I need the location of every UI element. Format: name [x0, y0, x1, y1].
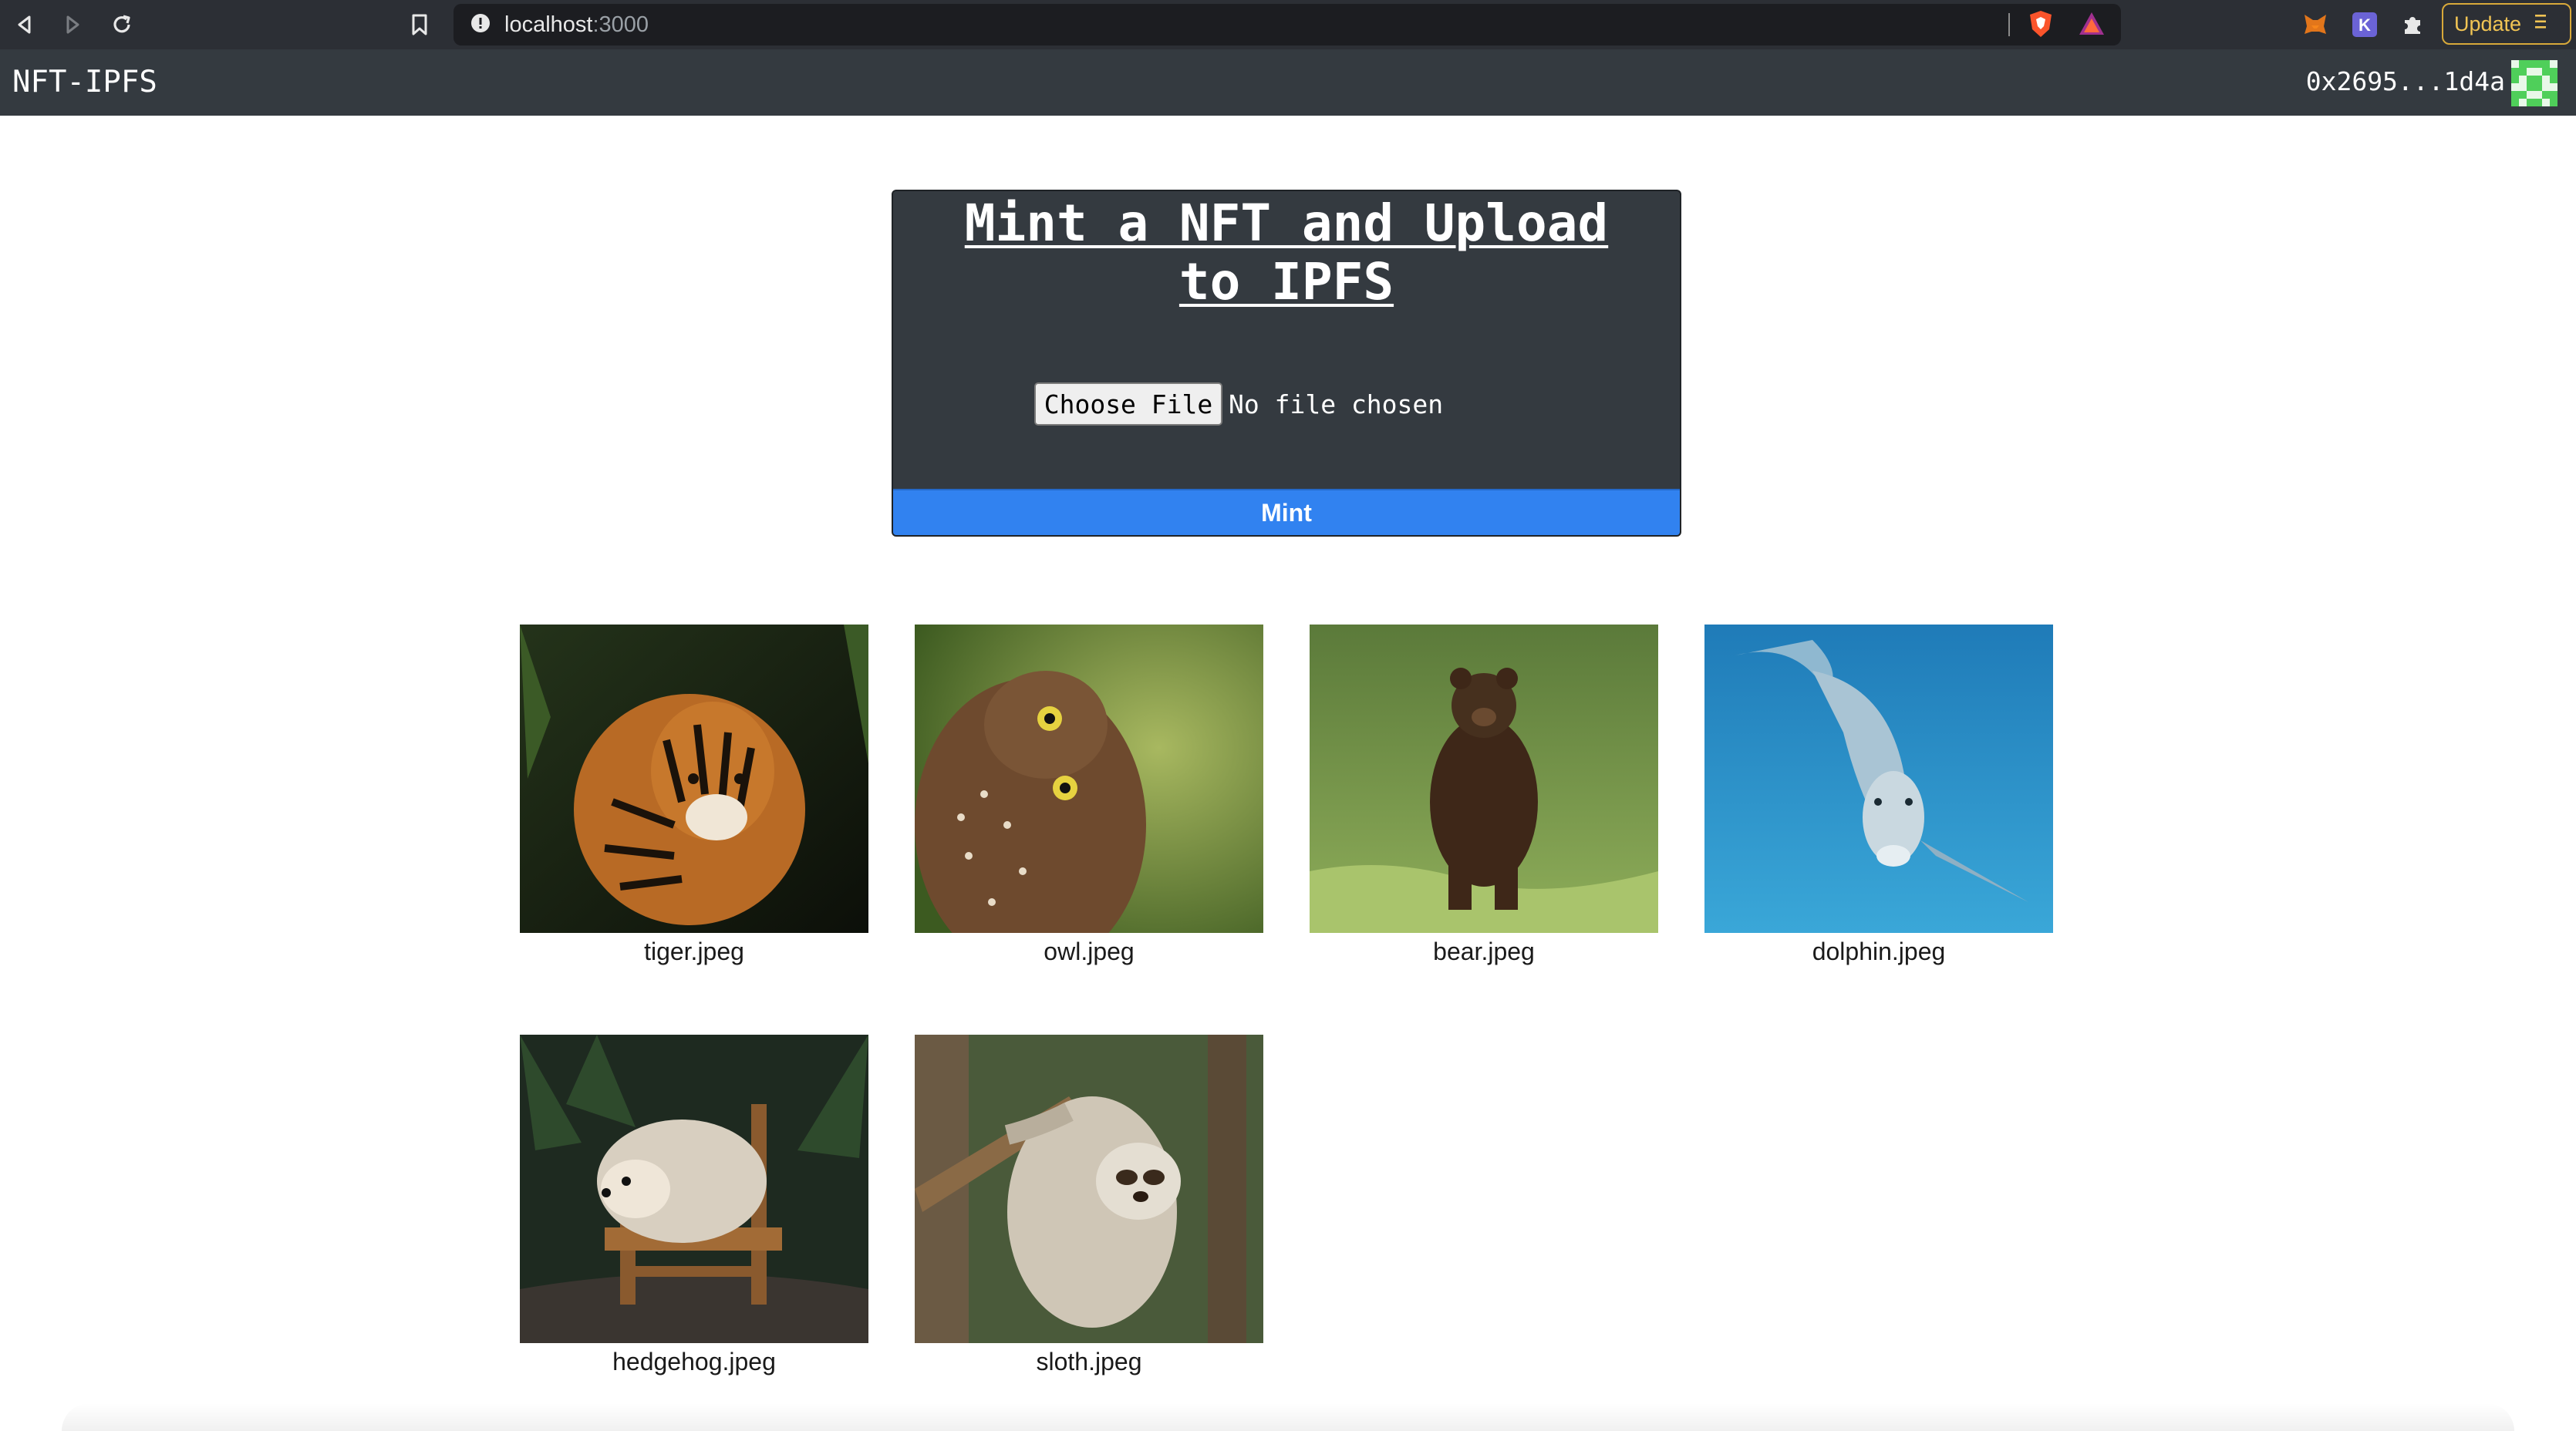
owl-image	[915, 625, 1263, 933]
reload-icon[interactable]	[105, 8, 139, 42]
app-brand[interactable]: NFT-IPFS	[12, 65, 157, 99]
gallery-caption: hedgehog.jpeg	[612, 1348, 776, 1375]
browser-toolbar: localhost:3000 K Update	[0, 0, 2576, 49]
forward-icon[interactable]	[56, 8, 89, 42]
extensions-puzzle-icon[interactable]	[2399, 11, 2426, 39]
k-extension-icon[interactable]: K	[2351, 11, 2379, 39]
gallery-caption: owl.jpeg	[1044, 938, 1135, 965]
bookmark-icon[interactable]	[403, 8, 437, 42]
metamask-icon[interactable]	[2301, 11, 2329, 39]
account-identicon-icon	[2511, 60, 2557, 106]
gallery-caption: dolphin.jpeg	[1812, 938, 1946, 965]
app-navbar: NFT-IPFS 0x2695...1d4a	[0, 49, 2576, 116]
gallery-caption: bear.jpeg	[1433, 938, 1535, 965]
update-button[interactable]: Update	[2442, 3, 2571, 45]
mint-title: Mint a NFT and Upload to IPFS	[964, 194, 1609, 311]
gallery-item-dolphin[interactable]: dolphin.jpeg	[1704, 625, 2053, 966]
site-info-icon[interactable]	[470, 13, 491, 37]
brave-rewards-icon[interactable]	[2078, 10, 2106, 38]
gallery-item-owl[interactable]: owl.jpeg	[915, 625, 1263, 966]
sloth-image	[915, 1035, 1263, 1343]
mint-button[interactable]: Mint	[893, 489, 1680, 535]
svg-text:K: K	[2359, 15, 2371, 35]
file-input[interactable]: Choose File No file chosen	[1034, 382, 1443, 426]
bear-image	[1310, 625, 1658, 933]
dolphin-image	[1704, 625, 2053, 933]
gallery-caption: sloth.jpeg	[1036, 1348, 1142, 1375]
back-icon[interactable]	[8, 8, 42, 42]
brave-shields-icon[interactable]	[2027, 10, 2055, 38]
gallery-item-bear[interactable]: bear.jpeg	[1310, 625, 1658, 966]
menu-icon	[2534, 12, 2547, 36]
tiger-image	[520, 625, 868, 933]
hedgehog-image	[520, 1035, 868, 1343]
mint-form-card: Mint a NFT and Upload to IPFS Choose Fil…	[892, 190, 1681, 537]
bottom-shadow	[62, 1403, 2514, 1431]
gallery-caption: tiger.jpeg	[644, 938, 744, 965]
gallery-item-hedgehog[interactable]: hedgehog.jpeg	[520, 1035, 868, 1376]
address-bar[interactable]: localhost:3000	[453, 4, 2121, 45]
gallery-item-tiger[interactable]: tiger.jpeg	[520, 625, 868, 966]
update-label: Update	[2454, 12, 2522, 35]
url-divider	[2008, 13, 2010, 36]
gallery-item-sloth[interactable]: sloth.jpeg	[915, 1035, 1263, 1376]
account-address: 0x2695...1d4a	[2305, 66, 2505, 96]
choose-file-button[interactable]: Choose File	[1034, 382, 1222, 426]
file-status: No file chosen	[1229, 389, 1444, 419]
url-text: localhost:3000	[504, 12, 649, 37]
